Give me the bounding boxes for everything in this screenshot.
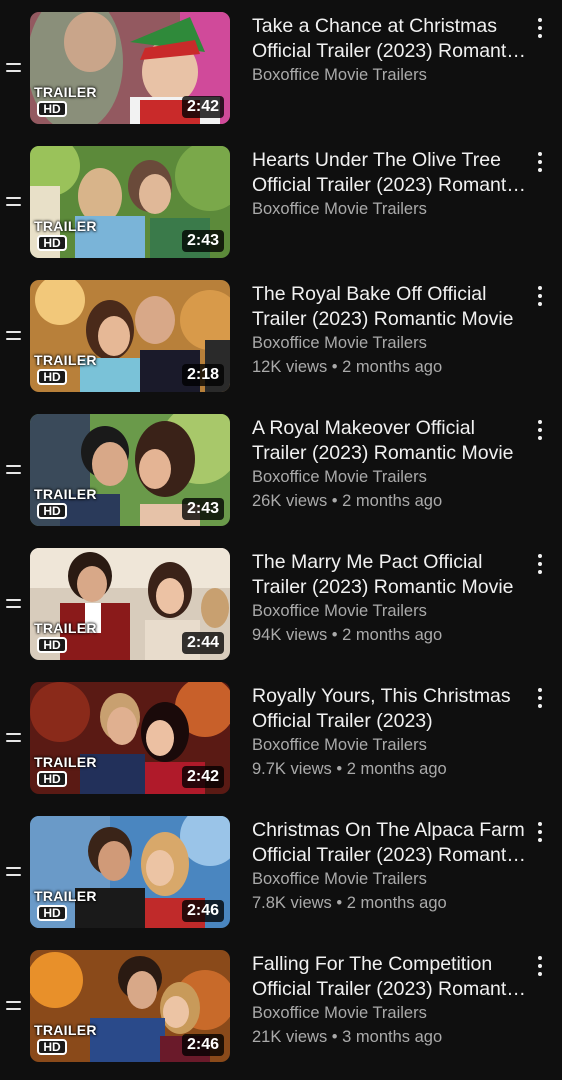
trailer-hd-badge: TRAILER HD	[34, 486, 104, 522]
playlist-item[interactable]: TRAILER HD 2:42 Take a Chance at Christm…	[0, 12, 562, 126]
video-info[interactable]: Christmas On The Alpaca Farm Official Tr…	[252, 818, 528, 915]
video-thumbnail[interactable]: TRAILER HD 2:43	[30, 414, 230, 526]
duration-badge: 2:46	[181, 900, 224, 922]
playlist-list: TRAILER HD 2:42 Take a Chance at Christm…	[0, 0, 562, 1080]
video-info[interactable]: Hearts Under The Olive Tree Official Tra…	[252, 148, 528, 221]
channel-name: Boxoffice Movie Trailers	[252, 200, 427, 218]
trailer-hd-badge: TRAILER HD	[34, 1022, 104, 1058]
duration-badge: 2:46	[181, 1034, 224, 1056]
views-age: 9.7K views • 2 months ago	[252, 760, 447, 778]
trailer-hd-badge: TRAILER HD	[34, 352, 104, 388]
channel-name: Boxoffice Movie Trailers	[252, 468, 427, 486]
duration-badge: 2:44	[181, 632, 224, 654]
views-age: 21K views • 3 months ago	[252, 1028, 443, 1046]
duration-badge: 2:43	[181, 498, 224, 520]
drag-handle-icon[interactable]	[6, 733, 21, 745]
hd-label: HD	[37, 637, 67, 653]
video-title[interactable]: Take a Chance at Christmas Official Trai…	[252, 14, 528, 63]
hd-label: HD	[37, 1039, 67, 1055]
trailer-label: TRAILER	[34, 84, 97, 100]
drag-handle-icon[interactable]	[6, 63, 21, 75]
video-info[interactable]: Royally Yours, This Christmas Official T…	[252, 684, 528, 781]
drag-handle-icon[interactable]	[6, 331, 21, 343]
video-info[interactable]: A Royal Makeover Official Trailer (2023)…	[252, 416, 528, 513]
video-title[interactable]: The Marry Me Pact Official Trailer (2023…	[252, 550, 528, 599]
drag-handle-icon[interactable]	[6, 599, 21, 611]
video-info[interactable]: The Royal Bake Off Official Trailer (202…	[252, 282, 528, 379]
trailer-hd-badge: TRAILER HD	[34, 84, 104, 120]
more-vertical-icon[interactable]	[530, 286, 550, 314]
playlist-item[interactable]: TRAILER HD 2:46 Christmas On The Alpaca …	[0, 816, 562, 930]
more-vertical-icon[interactable]	[530, 152, 550, 180]
video-title[interactable]: Falling For The Competition Official Tra…	[252, 952, 528, 1001]
video-thumbnail[interactable]: TRAILER HD 2:42	[30, 12, 230, 124]
hd-label: HD	[37, 369, 67, 385]
playlist-item[interactable]: TRAILER HD 2:46 Falling For The Competit…	[0, 950, 562, 1064]
trailer-hd-badge: TRAILER HD	[34, 218, 104, 254]
channel-name: Boxoffice Movie Trailers	[252, 602, 427, 620]
channel-name: Boxoffice Movie Trailers	[252, 1004, 427, 1022]
video-title[interactable]: A Royal Makeover Official Trailer (2023)…	[252, 416, 528, 465]
more-vertical-icon[interactable]	[530, 18, 550, 46]
more-vertical-icon[interactable]	[530, 688, 550, 716]
views-age: 12K views • 2 months ago	[252, 358, 443, 376]
more-vertical-icon[interactable]	[530, 956, 550, 984]
playlist-item[interactable]: TRAILER HD 2:43 Hearts Under The Olive T…	[0, 146, 562, 260]
video-thumbnail[interactable]: TRAILER HD 2:43	[30, 146, 230, 258]
video-thumbnail[interactable]: TRAILER HD 2:46	[30, 816, 230, 928]
views-age: 7.8K views • 2 months ago	[252, 894, 447, 912]
playlist-item[interactable]: TRAILER HD 2:18 The Royal Bake Off Offic…	[0, 280, 562, 394]
trailer-label: TRAILER	[34, 352, 97, 368]
trailer-hd-badge: TRAILER HD	[34, 620, 104, 656]
trailer-label: TRAILER	[34, 218, 97, 234]
video-thumbnail[interactable]: TRAILER HD 2:42	[30, 682, 230, 794]
trailer-label: TRAILER	[34, 888, 97, 904]
channel-name: Boxoffice Movie Trailers	[252, 736, 427, 754]
duration-badge: 2:42	[181, 96, 224, 118]
hd-label: HD	[37, 101, 67, 117]
playlist-item[interactable]: TRAILER HD 2:44 The Marry Me Pact Offici…	[0, 548, 562, 662]
duration-badge: 2:42	[181, 766, 224, 788]
more-vertical-icon[interactable]	[530, 822, 550, 850]
video-title[interactable]: Hearts Under The Olive Tree Official Tra…	[252, 148, 528, 197]
drag-handle-icon[interactable]	[6, 197, 21, 209]
trailer-label: TRAILER	[34, 486, 97, 502]
views-age: 94K views • 2 months ago	[252, 626, 443, 644]
video-title[interactable]: Christmas On The Alpaca Farm Official Tr…	[252, 818, 528, 867]
hd-label: HD	[37, 503, 67, 519]
hd-label: HD	[37, 771, 67, 787]
video-thumbnail[interactable]: TRAILER HD 2:44	[30, 548, 230, 660]
trailer-label: TRAILER	[34, 754, 97, 770]
trailer-label: TRAILER	[34, 620, 97, 636]
channel-name: Boxoffice Movie Trailers	[252, 334, 427, 352]
trailer-label: TRAILER	[34, 1022, 97, 1038]
video-info[interactable]: Take a Chance at Christmas Official Trai…	[252, 14, 528, 87]
video-title[interactable]: Royally Yours, This Christmas Official T…	[252, 684, 528, 733]
views-age: 26K views • 2 months ago	[252, 492, 443, 510]
more-vertical-icon[interactable]	[530, 554, 550, 582]
channel-name: Boxoffice Movie Trailers	[252, 66, 427, 84]
more-vertical-icon[interactable]	[530, 420, 550, 448]
video-thumbnail[interactable]: TRAILER HD 2:46	[30, 950, 230, 1062]
video-info[interactable]: Falling For The Competition Official Tra…	[252, 952, 528, 1049]
drag-handle-icon[interactable]	[6, 465, 21, 477]
video-thumbnail[interactable]: TRAILER HD 2:18	[30, 280, 230, 392]
drag-handle-icon[interactable]	[6, 1001, 21, 1013]
video-info[interactable]: The Marry Me Pact Official Trailer (2023…	[252, 550, 528, 647]
channel-name: Boxoffice Movie Trailers	[252, 870, 427, 888]
trailer-hd-badge: TRAILER HD	[34, 754, 104, 790]
drag-handle-icon[interactable]	[6, 867, 21, 879]
duration-badge: 2:18	[181, 364, 224, 386]
trailer-hd-badge: TRAILER HD	[34, 888, 104, 924]
duration-badge: 2:43	[181, 230, 224, 252]
hd-label: HD	[37, 905, 67, 921]
hd-label: HD	[37, 235, 67, 251]
video-title[interactable]: The Royal Bake Off Official Trailer (202…	[252, 282, 528, 331]
playlist-item[interactable]: TRAILER HD 2:42 Royally Yours, This Chri…	[0, 682, 562, 796]
playlist-item[interactable]: TRAILER HD 2:43 A Royal Makeover Officia…	[0, 414, 562, 528]
